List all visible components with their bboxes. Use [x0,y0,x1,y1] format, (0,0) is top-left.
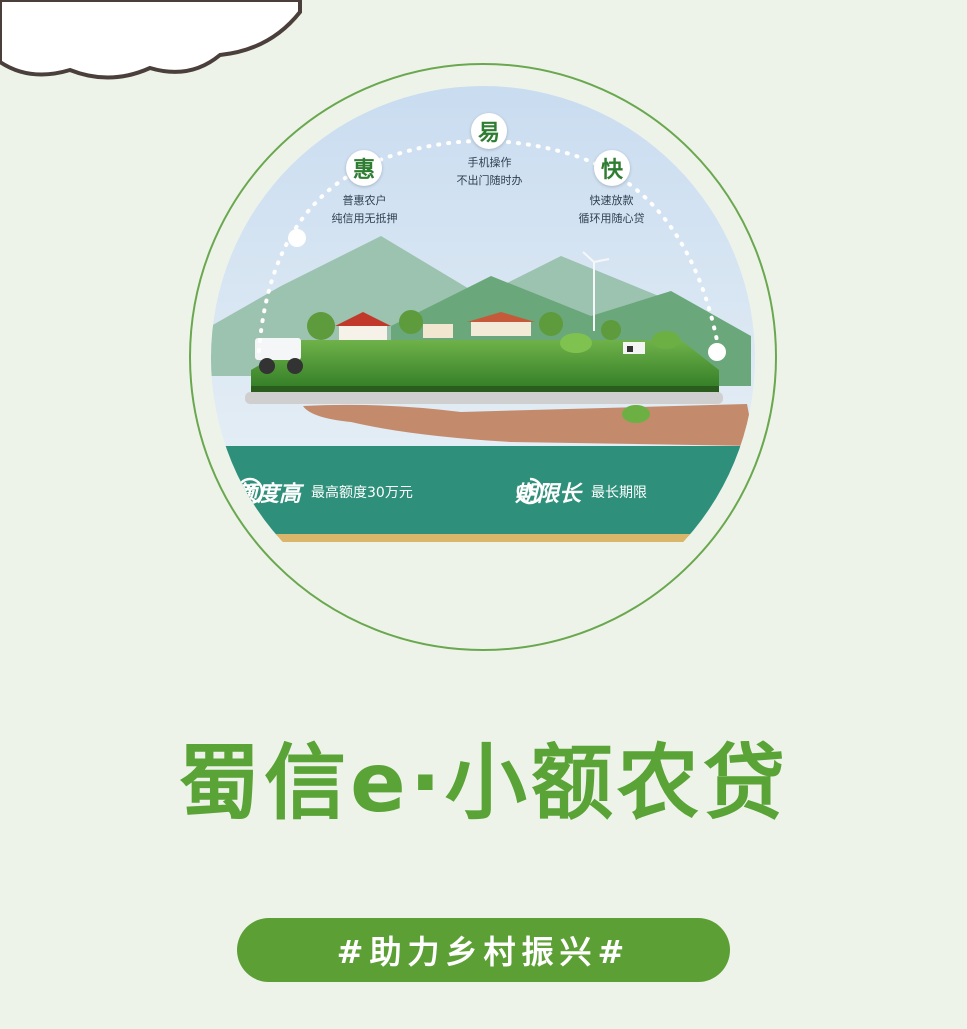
svg-text:¥: ¥ [246,484,255,500]
badge-yi-caption: 手机操作 不出门随时办 [456,156,523,187]
slogan-pill: #助力乡村振兴# [237,918,730,982]
yen-coin-icon: ¥ [236,477,264,505]
slogan-text: #助力乡村振兴# [336,933,631,971]
badge-yi: 易 [471,113,507,149]
badge-hui-caption: 普惠农户 纯信用无抵押 [331,194,398,225]
badge-hui: 惠 [346,150,382,186]
product-title: 蜀信e·小额农贷 [178,736,789,831]
badge-kuai-caption: 快速放款 循环用随心贷 [578,194,645,225]
feature-quota: ¥ 额度高 最高额度30万元 [235,476,413,508]
badge-kuai: 快 [594,150,630,186]
hero-illustration: 惠 普惠农户 纯信用无抵押 易 手机操作 不出门随时办 快 快速放款 循环用随心… [211,86,755,630]
cloud-decoration [0,0,302,80]
clock-refresh-icon [516,477,544,505]
feature-term: 期限长 最长期限 [515,476,647,508]
